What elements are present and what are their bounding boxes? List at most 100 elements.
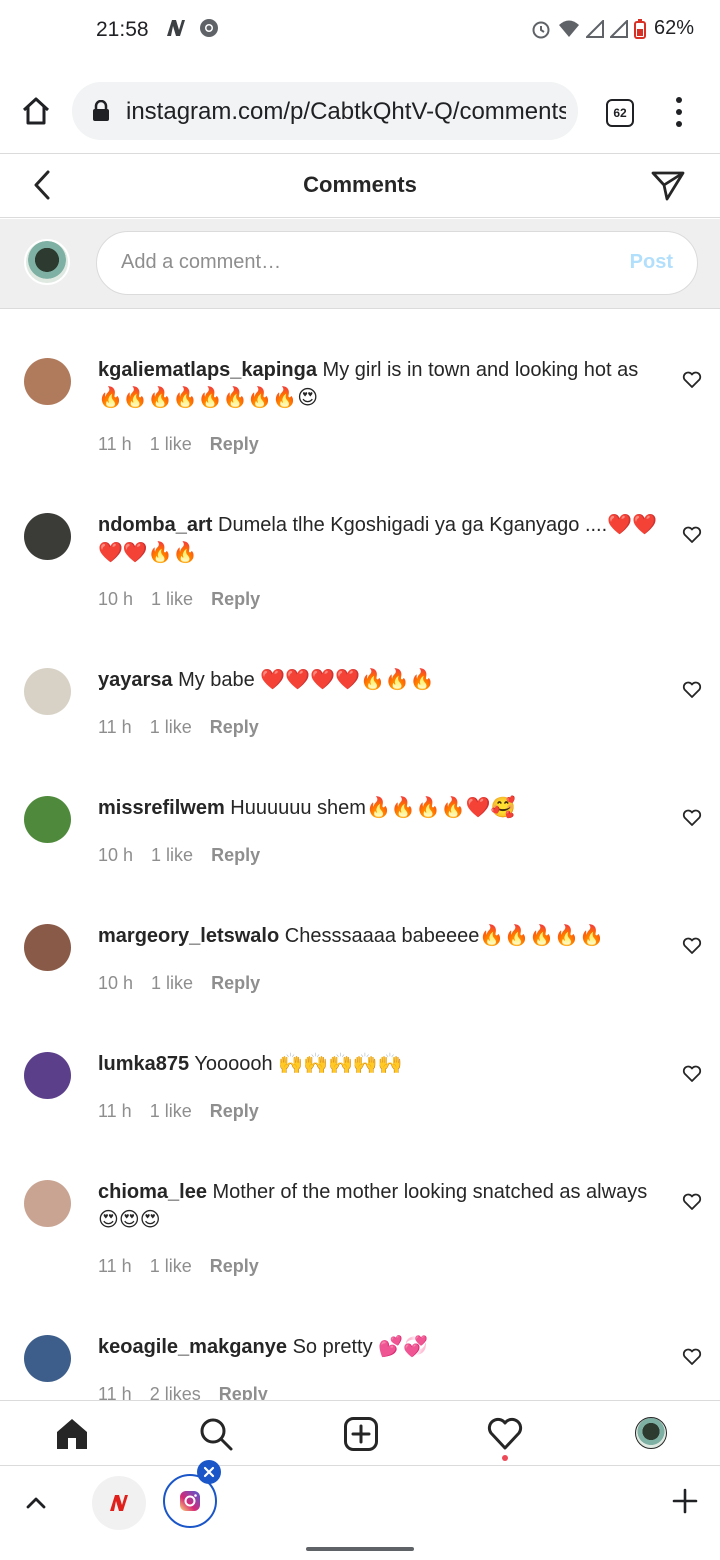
search-icon[interactable] (198, 1416, 234, 1452)
comment-meta: 11 h 1 like Reply (98, 717, 259, 738)
comment-message: Yoooooh 🙌🙌🙌🙌🙌 (194, 1053, 403, 1075)
browser-menu-button[interactable] (672, 97, 686, 127)
avatar[interactable] (24, 358, 71, 405)
close-icon (203, 1466, 215, 1478)
heart-icon[interactable] (682, 1193, 702, 1211)
comment-time: 10 h (98, 845, 134, 865)
comment-text: missrefilwem Huuuuuu shem🔥🔥🔥🔥❤️🥰 (98, 794, 658, 822)
reply-button[interactable]: Reply (210, 434, 259, 455)
heart-icon[interactable] (682, 681, 702, 699)
status-time: 21:58 (96, 18, 149, 41)
comment-time: 11 h (98, 1384, 132, 1400)
post-button[interactable]: Post (630, 251, 673, 274)
news-app-icon (167, 20, 185, 36)
reply-button[interactable]: Reply (211, 973, 260, 994)
comment-meta: 10 h 1 like Reply (98, 589, 260, 610)
heart-icon[interactable] (682, 526, 702, 544)
paper-plane-icon[interactable] (650, 168, 686, 202)
signal-icon (585, 19, 604, 38)
avatar[interactable] (24, 668, 71, 715)
comment-username[interactable]: lumka875 (98, 1053, 189, 1075)
status-notification-icons (165, 18, 219, 38)
plus-icon[interactable] (672, 1488, 698, 1514)
comment-meta: 10 h 1 like Reply (98, 973, 260, 994)
avatar[interactable] (24, 924, 71, 971)
comment-text: kgaliematlaps_kapinga My girl is in town… (98, 356, 658, 412)
reply-button[interactable]: Reply (210, 1101, 259, 1122)
avatar[interactable] (24, 513, 71, 560)
home-icon[interactable] (20, 95, 52, 127)
comment-username[interactable]: chioma_lee (98, 1181, 207, 1203)
comments-header: Comments (0, 154, 720, 218)
comment-text: ndomba_art Dumela tlhe Kgoshigadi ya ga … (98, 511, 658, 567)
reply-button[interactable]: Reply (211, 845, 260, 866)
comment-input[interactable]: Add a comment… Post (96, 231, 698, 295)
comment-meta: 11 h 2 likes Reply (98, 1384, 268, 1400)
heart-icon[interactable] (487, 1416, 523, 1452)
avatar (24, 239, 70, 285)
avatar[interactable] (24, 1335, 71, 1382)
url-text: instagram.com/p/CabtkQhtV-Q/comments/ (126, 98, 566, 125)
comments-list-rendered: kgaliematlaps_kapinga My girl is in town… (0, 310, 720, 1400)
profile-avatar[interactable] (635, 1417, 667, 1449)
home-icon[interactable] (54, 1416, 90, 1452)
comment-likes[interactable]: 2 likes (150, 1384, 201, 1400)
comment-time: 10 h (98, 973, 134, 993)
heart-icon[interactable] (682, 1348, 702, 1366)
comment-time: 11 h (98, 717, 132, 737)
comment-likes[interactable]: 1 like (151, 589, 193, 610)
avatar[interactable] (24, 796, 71, 843)
browser-tab-strip (0, 1460, 720, 1537)
comment-username[interactable]: kgaliematlaps_kapinga (98, 359, 317, 381)
close-tab-button[interactable] (197, 1460, 221, 1484)
reply-button[interactable]: Reply (210, 717, 259, 738)
comment-likes[interactable]: 1 like (150, 717, 192, 738)
comment-meta: 11 h 1 like Reply (98, 1256, 259, 1277)
comment-username[interactable]: missrefilwem (98, 797, 225, 819)
alarm-icon (532, 21, 550, 38)
plus-square-icon[interactable] (343, 1416, 379, 1452)
wifi-icon (558, 20, 579, 37)
lock-icon (93, 100, 109, 121)
comment-likes[interactable]: 1 like (150, 1101, 192, 1122)
heart-icon[interactable] (682, 1065, 702, 1083)
bottom-nav (0, 1400, 720, 1464)
comment-time: 10 h (98, 589, 134, 609)
reply-button[interactable]: Reply (219, 1384, 268, 1400)
chrome-icon (200, 19, 218, 37)
comment-text: chioma_lee Mother of the mother looking … (98, 1178, 658, 1234)
page-title: Comments (303, 172, 417, 197)
comment-likes[interactable]: 1 like (150, 434, 192, 455)
comment-username[interactable]: yayarsa (98, 669, 173, 691)
comment-likes[interactable]: 1 like (151, 973, 193, 994)
avatar[interactable] (24, 1180, 71, 1227)
tab-news[interactable] (92, 1476, 146, 1530)
activity-indicator (502, 1455, 508, 1461)
url-bar[interactable]: instagram.com/p/CabtkQhtV-Q/comments/ (72, 82, 578, 140)
comment-text: keoagile_makganye So pretty 💕💞 (98, 1333, 658, 1361)
signal-icon-2 (609, 19, 628, 38)
comment-likes[interactable]: 1 like (151, 845, 193, 866)
comment-username[interactable]: margeory_letswalo (98, 925, 279, 947)
instagram-icon (180, 1491, 200, 1511)
comment-message: So pretty 💕💞 (292, 1336, 428, 1358)
reply-button[interactable]: Reply (211, 589, 260, 610)
comment-time: 11 h (98, 1256, 132, 1276)
heart-icon[interactable] (682, 371, 702, 389)
comment-message: My babe ❤️❤️❤️❤️🔥🔥🔥 (178, 669, 435, 691)
tab-switcher-button[interactable]: 62 (606, 99, 634, 127)
chevron-up-icon[interactable] (24, 1492, 48, 1512)
status-bar: 21:58 62% (0, 0, 720, 62)
heart-icon[interactable] (682, 937, 702, 955)
reply-button[interactable]: Reply (210, 1256, 259, 1277)
comment-time: 11 h (98, 1101, 132, 1121)
comment-text: yayarsa My babe ❤️❤️❤️❤️🔥🔥🔥 (98, 666, 658, 694)
comment-username[interactable]: ndomba_art (98, 514, 212, 536)
comment-meta: 11 h 1 like Reply (98, 434, 259, 455)
comment-username[interactable]: keoagile_makganye (98, 1336, 287, 1358)
heart-icon[interactable] (682, 809, 702, 827)
avatar[interactable] (24, 1052, 71, 1099)
comment-meta: 10 h 1 like Reply (98, 845, 260, 866)
comment-text: margeory_letswalo Chesssaaaa babeeee🔥🔥🔥🔥… (98, 922, 658, 950)
comment-likes[interactable]: 1 like (150, 1256, 192, 1277)
